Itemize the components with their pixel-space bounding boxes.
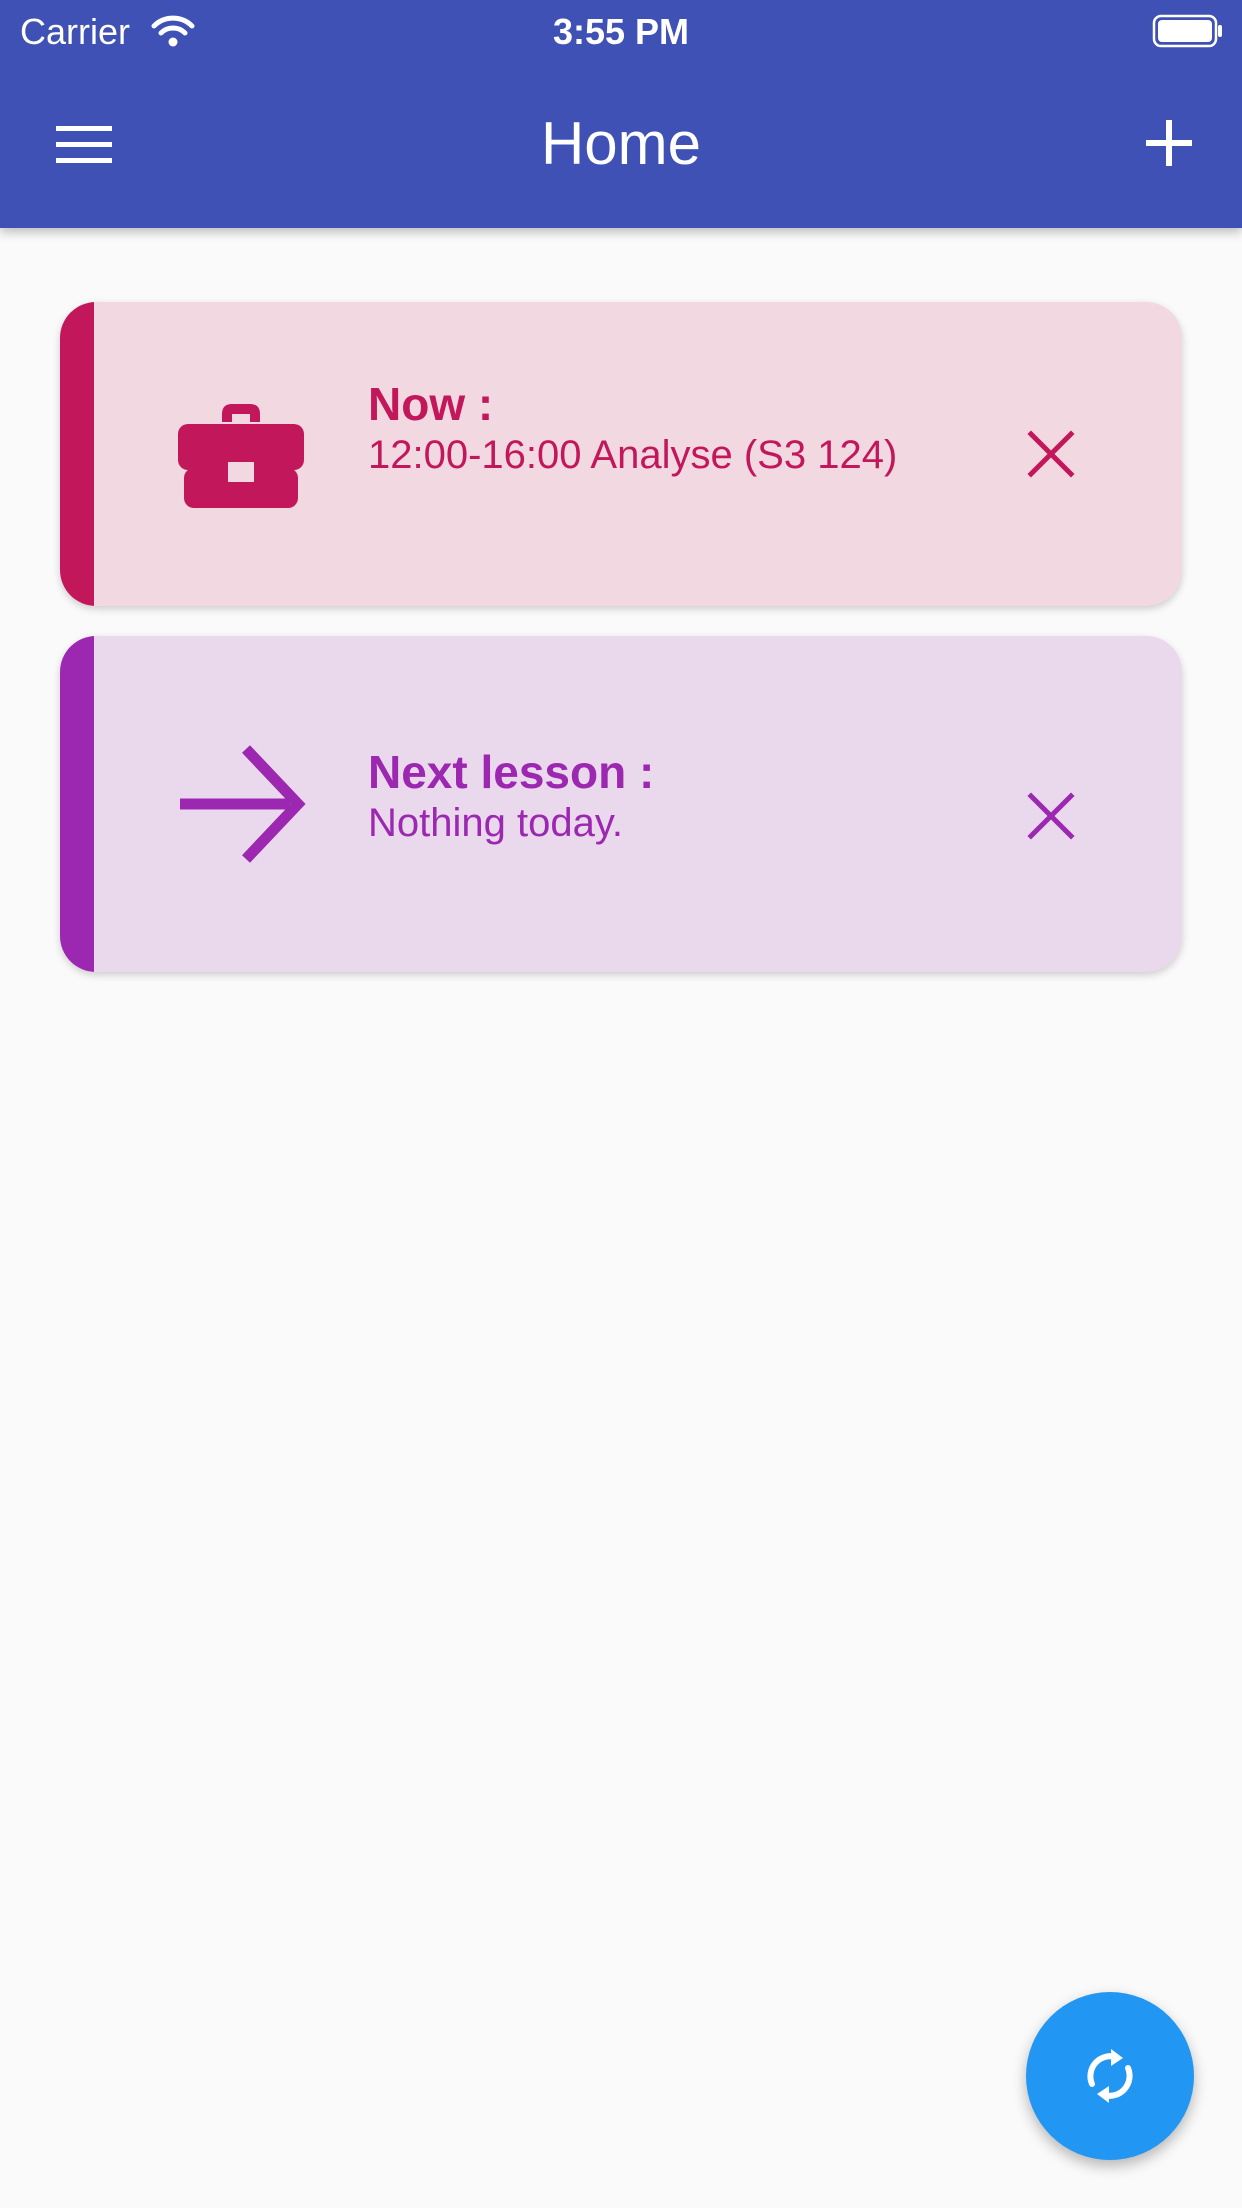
status-time: 3:55 PM — [552, 11, 690, 52]
card-accent-stripe — [60, 636, 94, 972]
page-title: Home — [540, 110, 702, 177]
briefcase-icon — [178, 404, 304, 508]
next-lesson-text: Nothing today. — [368, 801, 623, 845]
sync-icon — [1087, 2049, 1133, 2103]
next-lesson-text-block: Next lesson : Nothing today. — [368, 746, 928, 848]
next-lesson-heading: Next lesson : — [368, 746, 655, 798]
next-lesson-card[interactable]: Next lesson : Nothing today. — [60, 636, 1182, 972]
sync-button[interactable] — [1026, 1992, 1194, 2160]
battery-icon — [1152, 14, 1222, 48]
now-card-text: Now : 12:00-16:00 Analyse (S3 124) — [368, 378, 928, 480]
now-lesson-text: 12:00-16:00 Analyse (S3 124) — [368, 433, 898, 477]
status-bar: Carrier 3:55 PM — [0, 0, 1242, 62]
close-icon[interactable] — [1022, 425, 1080, 483]
now-card[interactable]: Now : 12:00-16:00 Analyse (S3 124) — [60, 302, 1182, 606]
app-bar: Carrier 3:55 PM Home — [0, 0, 1242, 228]
now-heading: Now : — [368, 378, 494, 430]
close-icon[interactable] — [1022, 787, 1080, 845]
plus-icon[interactable] — [1136, 110, 1202, 176]
arrow-right-icon — [180, 745, 306, 863]
card-accent-stripe — [60, 302, 94, 606]
